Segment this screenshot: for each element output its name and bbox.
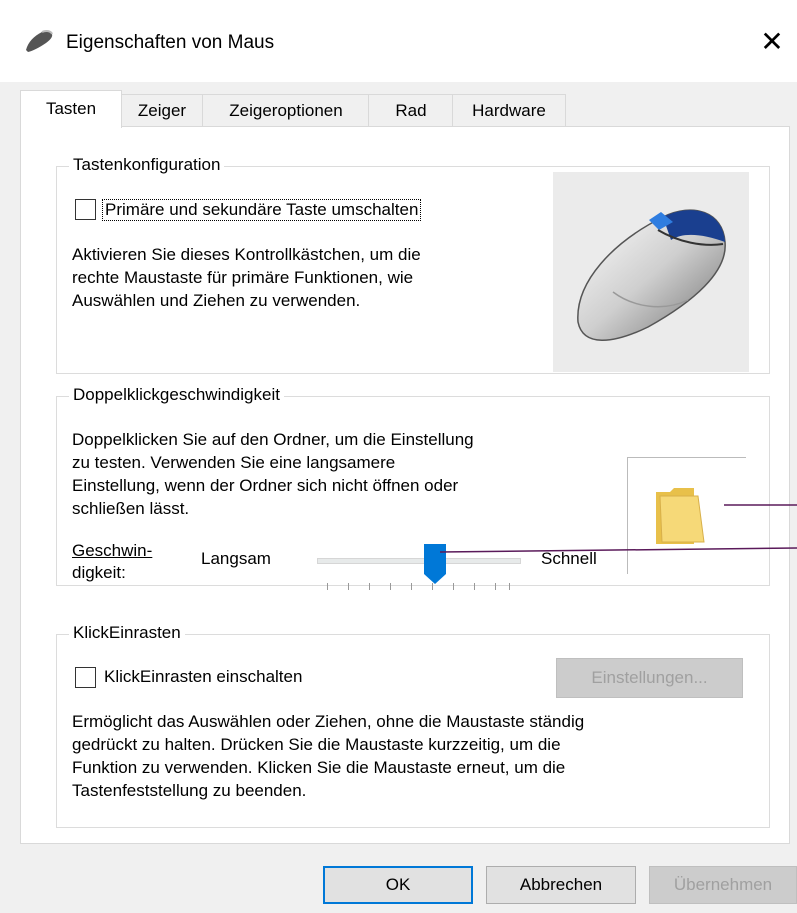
- tab-hardware[interactable]: Hardware: [452, 94, 566, 127]
- slow-label: Langsam: [201, 549, 271, 568]
- swap-buttons-description: Aktivieren Sie dieses Kontrollkästchen, …: [72, 245, 421, 310]
- tab-rad[interactable]: Rad: [368, 94, 454, 127]
- close-button[interactable]: ✕: [752, 22, 792, 62]
- slider-tick: [432, 583, 433, 590]
- mouse-illustration: [553, 172, 749, 372]
- slider-tick: [495, 583, 496, 590]
- tab-zeiger[interactable]: Zeiger: [120, 94, 204, 127]
- group-title: Tastenkonfiguration: [69, 155, 225, 175]
- ok-button[interactable]: OK: [323, 866, 473, 904]
- close-icon: ✕: [760, 26, 784, 57]
- clicklock-settings-button[interactable]: Einstellungen...: [556, 658, 743, 698]
- mouse-image-icon: [577, 209, 726, 341]
- group-title: KlickEinrasten: [69, 623, 185, 643]
- swap-buttons-checkbox[interactable]: [75, 199, 96, 220]
- cancel-button[interactable]: Abbrechen: [486, 866, 636, 904]
- tab-zeigeroptionen[interactable]: Zeigeroptionen: [202, 94, 370, 127]
- clicklock-checkbox[interactable]: [75, 667, 96, 688]
- slider-tick: [390, 583, 391, 590]
- mouse-icon: [26, 29, 53, 52]
- apply-button[interactable]: Übernehmen: [649, 866, 797, 904]
- speed-label: Geschwin- digkeit:: [72, 541, 153, 582]
- slider-tick: [369, 583, 370, 590]
- tab-tasten[interactable]: Tasten: [20, 90, 122, 128]
- slider-tick: [509, 583, 510, 590]
- clicklock-label[interactable]: KlickEinrasten einschalten: [104, 667, 302, 687]
- doubleclick-description: Doppelklicken Sie auf den Ordner, um die…: [72, 430, 474, 518]
- overlay-lines: [440, 504, 797, 553]
- clicklock-description: Ermöglicht das Auswählen oder Ziehen, oh…: [72, 712, 585, 800]
- window-title: Eigenschaften von Maus: [66, 32, 275, 53]
- slider-tick: [453, 583, 454, 590]
- slider-tick: [327, 583, 328, 590]
- slider-tick: [411, 583, 412, 590]
- slider-tick: [348, 583, 349, 590]
- swap-buttons-label[interactable]: Primäre und sekundäre Taste umschalten: [102, 199, 422, 221]
- slider-tick: [474, 583, 475, 590]
- group-title: Doppelklickgeschwindigkeit: [69, 385, 284, 405]
